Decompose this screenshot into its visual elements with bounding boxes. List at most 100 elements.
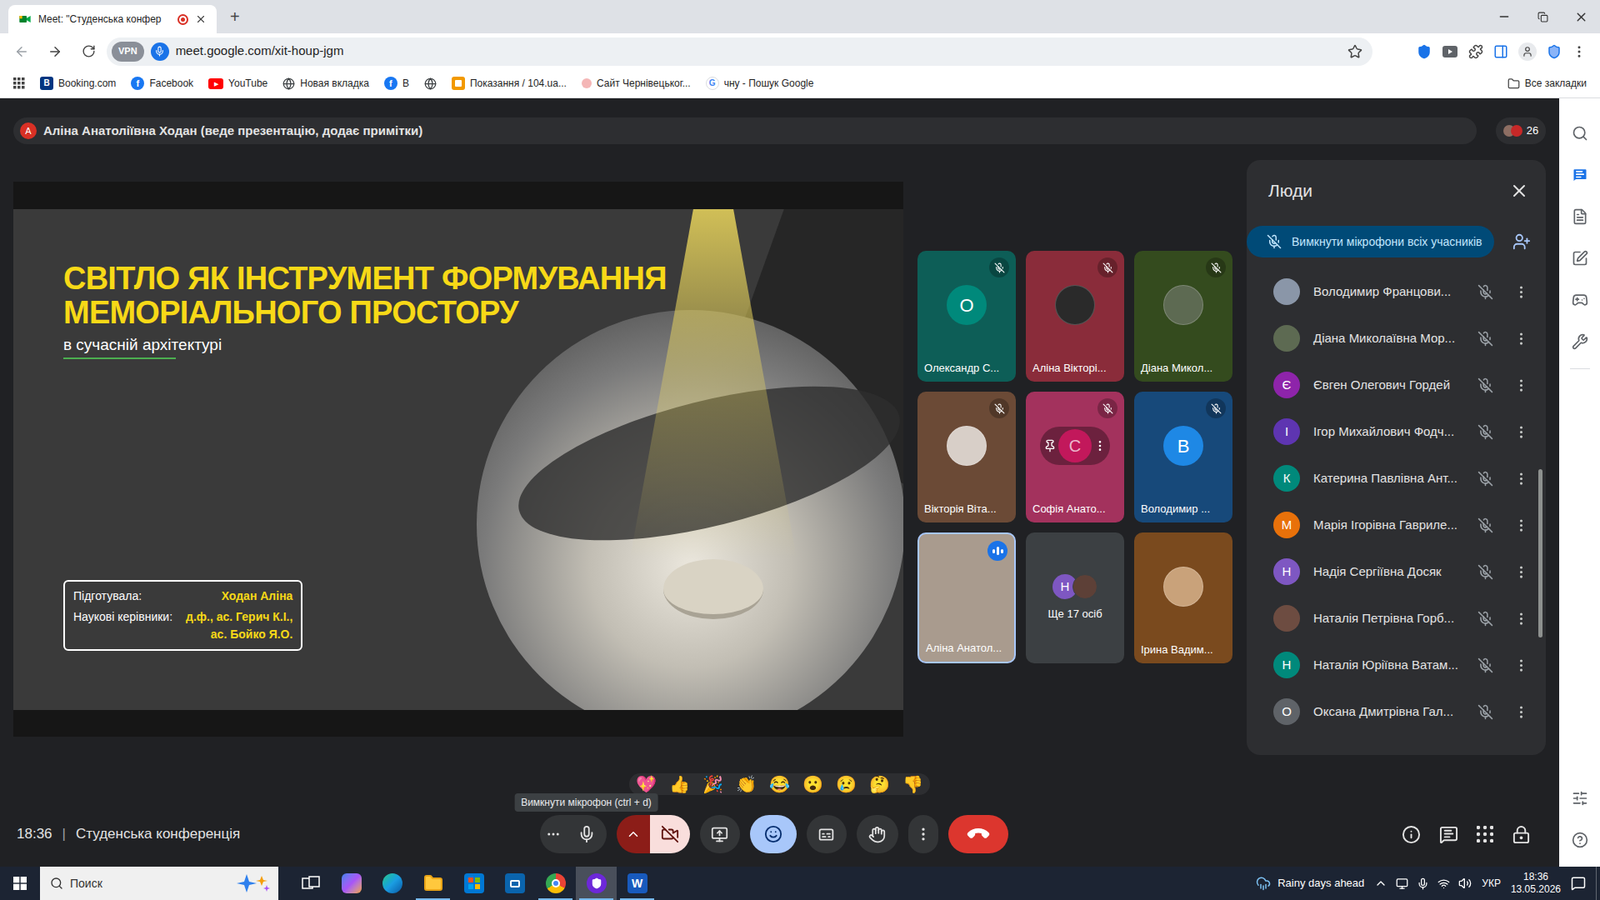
- more-options-icon[interactable]: [1513, 470, 1530, 487]
- participant-tile[interactable]: Діана Микол...: [1134, 250, 1233, 382]
- taskbar-app[interactable]: [453, 866, 495, 900]
- extension-shield-icon[interactable]: [1416, 44, 1432, 60]
- person-row[interactable]: Наталія Петрівна Горб...: [1273, 595, 1530, 642]
- new-tab-button[interactable]: +: [226, 8, 244, 25]
- participant-tile[interactable]: Вікторія Віта...: [917, 391, 1016, 523]
- volume-icon[interactable]: [1458, 876, 1472, 890]
- more-options-icon[interactable]: [1513, 657, 1530, 674]
- more-options-icon[interactable]: [1513, 284, 1530, 300]
- more-options-icon[interactable]: [1513, 330, 1530, 347]
- security-icon[interactable]: [1546, 44, 1562, 60]
- side-panel-icon[interactable]: [1493, 44, 1509, 60]
- back-button[interactable]: [6, 36, 37, 67]
- extension-player-icon[interactable]: [1441, 45, 1459, 59]
- tile-hover-controls[interactable]: С: [1040, 426, 1110, 465]
- browser-tab[interactable]: Meet: "Студенська конфер: [8, 5, 217, 34]
- weather-widget[interactable]: Rainy days ahead: [1255, 875, 1365, 892]
- bookmark-item[interactable]: Показання / 104.ua...: [451, 75, 567, 91]
- network-icon[interactable]: [1437, 877, 1450, 890]
- participant-tile[interactable]: ВВолодимир ...: [1134, 391, 1233, 523]
- info-icon[interactable]: [1401, 825, 1421, 845]
- hidden-icons-icon[interactable]: [1374, 876, 1388, 890]
- bookmark-item[interactable]: Сайт Чернівецьког...: [581, 75, 691, 91]
- host-controls-icon[interactable]: [1511, 825, 1531, 845]
- more-options-icon[interactable]: [1513, 564, 1530, 580]
- mic-button[interactable]: Вимкнути мікрофон (ctrl + d): [566, 815, 607, 854]
- person-row[interactable]: Діана Миколаївна Мор...: [1273, 315, 1530, 362]
- show-desktop[interactable]: [1595, 866, 1600, 900]
- more-options-button[interactable]: [908, 815, 939, 854]
- window-minimize[interactable]: [1485, 0, 1524, 34]
- taskbar-app[interactable]: [330, 866, 372, 900]
- profile-button[interactable]: [1518, 42, 1537, 61]
- person-row[interactable]: Володимир Францови...: [1273, 268, 1530, 315]
- participant-tile[interactable]: НЩе 17 осіб: [1025, 532, 1125, 664]
- participant-tile[interactable]: Аліна Анатол...: [917, 532, 1016, 664]
- more-options-icon[interactable]: [1513, 377, 1530, 394]
- forward-button[interactable]: [40, 36, 70, 67]
- pin-icon[interactable]: [1043, 439, 1057, 453]
- extensions-icon[interactable]: [1468, 44, 1484, 60]
- gamepad-icon[interactable]: [1571, 291, 1589, 309]
- camera-button[interactable]: [650, 815, 690, 854]
- start-button[interactable]: [0, 866, 40, 900]
- person-row[interactable]: ННаталія Юріївна Ватам...: [1273, 641, 1530, 689]
- participant-tile[interactable]: ССофія Анато...: [1025, 391, 1125, 523]
- clock[interactable]: 18:3613.05.2026: [1510, 870, 1561, 896]
- close-panel-icon[interactable]: [1509, 180, 1530, 201]
- person-row[interactable]: ККатерина Павлівна Ант...: [1273, 455, 1530, 502]
- participants-button[interactable]: 26: [1495, 117, 1546, 145]
- participant-tile[interactable]: Ірина Вадим...: [1134, 532, 1233, 664]
- mic-indicator[interactable]: [150, 42, 170, 61]
- window-close[interactable]: [1561, 0, 1600, 34]
- taskbar-app[interactable]: [290, 866, 331, 900]
- help-icon[interactable]: [1571, 831, 1589, 849]
- taskbar-app[interactable]: [494, 866, 535, 900]
- taskbar-app[interactable]: [575, 866, 617, 900]
- taskbar-app[interactable]: W: [616, 866, 658, 900]
- tools-icon[interactable]: [1571, 333, 1589, 350]
- raise-hand-button[interactable]: [856, 815, 899, 854]
- bookmark-item[interactable]: Gчну - Пошук Google: [705, 75, 815, 91]
- captions-button[interactable]: [806, 815, 847, 854]
- taskbar-app[interactable]: [412, 866, 454, 900]
- bookmark-star-icon[interactable]: [1347, 44, 1363, 60]
- reaction-button[interactable]: 👎: [902, 775, 924, 793]
- reaction-button[interactable]: 😮: [802, 775, 824, 793]
- sliders-icon[interactable]: [1571, 790, 1589, 807]
- reaction-button[interactable]: 👏: [735, 775, 757, 793]
- reload-button[interactable]: [73, 36, 104, 67]
- reaction-button[interactable]: 😂: [769, 775, 790, 793]
- more-icon[interactable]: [1093, 439, 1107, 453]
- person-row[interactable]: ММарія Ігорівна Гавриле...: [1273, 501, 1530, 549]
- bookmark-item[interactable]: fFacebook: [130, 75, 194, 91]
- person-row[interactable]: ЄЄвген Олегович Гордей: [1273, 361, 1530, 409]
- more-options-icon[interactable]: [1513, 704, 1530, 720]
- menu-icon[interactable]: [1571, 44, 1587, 60]
- camera-options-button[interactable]: [616, 815, 650, 854]
- person-row[interactable]: ІІгор Михайлович Фодч...: [1273, 408, 1530, 455]
- bookmark-item[interactable]: fВ: [384, 75, 410, 91]
- mic-tray-icon[interactable]: [1416, 877, 1430, 890]
- audio-options-button[interactable]: [540, 815, 567, 854]
- vpn-badge[interactable]: VPN: [111, 41, 145, 62]
- person-row[interactable]: ННадія Сергіївна Досяк: [1273, 548, 1530, 595]
- reaction-button[interactable]: 🤔: [869, 775, 890, 793]
- chat-icon[interactable]: [1571, 166, 1589, 184]
- bookmark-item[interactable]: ▶YouTube: [208, 75, 268, 91]
- mute-all-button[interactable]: Вимкнути мікрофони всіх учасників: [1246, 225, 1495, 258]
- bookmark-item[interactable]: [424, 77, 437, 90]
- edit-icon[interactable]: [1571, 250, 1589, 267]
- omnibox[interactable]: VPNmeet.google.com/xit-houp-jgm: [106, 37, 1373, 66]
- taskbar-app[interactable]: [535, 866, 576, 900]
- reaction-button[interactable]: 😢: [835, 775, 857, 793]
- activities-icon[interactable]: [1476, 825, 1494, 843]
- bookmark-item[interactable]: Новая вкладка: [282, 75, 370, 91]
- participant-tile[interactable]: Аліна Вікторі...: [1025, 250, 1125, 382]
- more-options-icon[interactable]: [1513, 610, 1530, 627]
- reaction-button[interactable]: 👍: [669, 775, 690, 793]
- notifications-icon[interactable]: [1570, 875, 1586, 891]
- add-people-button[interactable]: [1512, 232, 1531, 251]
- taskbar-app[interactable]: [371, 866, 413, 900]
- more-options-icon[interactable]: [1513, 517, 1530, 534]
